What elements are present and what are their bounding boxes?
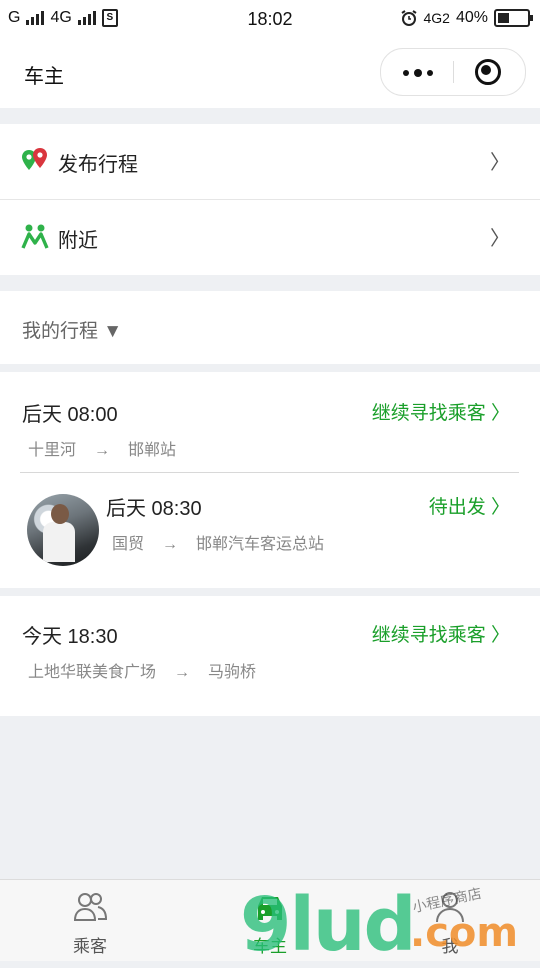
close-dot-icon <box>481 65 491 75</box>
trip-time: 今天 18:30 <box>22 626 118 648</box>
tab-passenger[interactable]: 乘客 <box>0 880 180 961</box>
battery-percent: 40% <box>455 9 488 26</box>
menu-item-publish-trip[interactable]: 发布行程 〉 <box>0 124 540 199</box>
trip-time: 后天 08:30 <box>106 498 202 520</box>
trip-route: 十里河 → 邯郸站 <box>28 436 176 460</box>
avatar-head <box>51 504 69 524</box>
arrow-right-icon: → <box>174 664 191 681</box>
tab-label: 乘客 <box>73 937 107 956</box>
menu-item-label: 发布行程 <box>58 154 138 176</box>
chevron-right-icon: 〉 <box>490 152 510 174</box>
more-button[interactable] <box>381 49 453 95</box>
user-icon <box>436 892 464 923</box>
status-right: 4G2 40% <box>400 9 533 27</box>
map-pin-icon <box>22 148 47 170</box>
more-dot-icon <box>427 70 433 76</box>
menu-item-label: 附近 <box>58 230 98 252</box>
battery-icon <box>494 9 533 27</box>
route-from: 国贸 <box>112 536 145 553</box>
route-from: 上地华联美食广场 <box>28 664 157 681</box>
route-to: 邯郸站 <box>128 442 177 459</box>
status-bar: G 4G S 18:02 4G2 40% <box>0 0 540 38</box>
alarm-icon <box>400 10 417 26</box>
menu-item-nearby[interactable]: 附近 〉 <box>0 200 540 275</box>
arrow-right-icon: → <box>162 536 179 553</box>
network-type: 4G2 <box>423 10 450 26</box>
tab-bar: 乘客 车主 我 <box>0 879 540 961</box>
tab-label: 车主 <box>253 937 287 956</box>
tab-me[interactable]: 我 <box>360 880 540 961</box>
avatar[interactable] <box>27 494 99 566</box>
tab-label: 我 <box>441 937 459 956</box>
car-icon <box>258 897 282 920</box>
my-trips-dropdown[interactable]: 我的行程 ▼ <box>0 291 540 364</box>
close-button[interactable] <box>453 49 525 95</box>
trip-route: 国贸 → 邯郸汽车客运总站 <box>112 530 324 554</box>
trip-status-link[interactable]: 继续寻找乘客 〉 <box>372 620 510 647</box>
trip-status-link[interactable]: 待出发 〉 <box>429 492 510 519</box>
my-trips-label: 我的行程 ▼ <box>22 321 123 342</box>
people-icon <box>21 224 49 249</box>
trip-card[interactable]: 今天 18:30 继续寻找乘客 〉 上地华联美食广场 → 马驹桥 <box>0 596 540 716</box>
divider <box>20 472 519 473</box>
trip-time: 后天 08:00 <box>22 404 118 426</box>
trip-status-link[interactable]: 继续寻找乘客 〉 <box>372 398 510 425</box>
avatar-body <box>43 522 75 562</box>
title-bar: 车主 <box>0 38 540 108</box>
more-dot-icon <box>414 69 422 77</box>
route-to: 邯郸汽车客运总站 <box>196 536 325 553</box>
passenger-icon <box>73 893 108 921</box>
page-title: 车主 <box>24 66 64 88</box>
arrow-right-icon: → <box>94 442 111 459</box>
mini-program-capsule <box>380 48 526 96</box>
route-to: 马驹桥 <box>208 664 257 681</box>
tab-driver[interactable]: 车主 <box>180 880 360 961</box>
route-from: 十里河 <box>28 442 77 459</box>
more-dot-icon <box>403 70 409 76</box>
trip-route: 上地华联美食广场 → 马驹桥 <box>28 658 256 682</box>
menu-card: 发布行程 〉 附近 〉 <box>0 124 540 275</box>
chevron-right-icon: 〉 <box>490 228 510 250</box>
